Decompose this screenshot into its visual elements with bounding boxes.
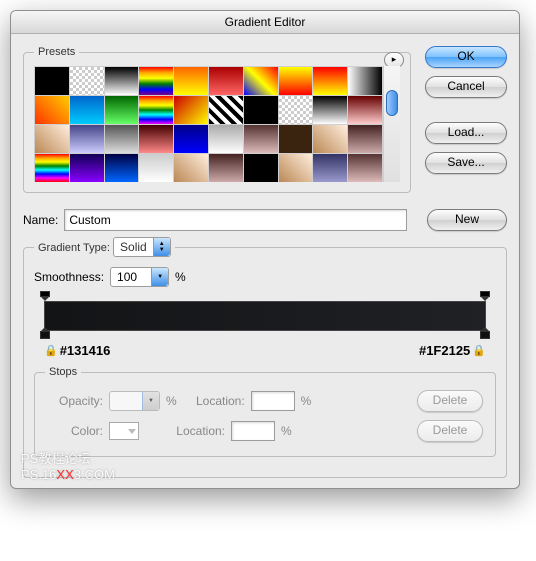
presets-legend: Presets [34, 46, 79, 58]
presets-scrollbar[interactable] [383, 66, 400, 182]
name-input[interactable] [64, 209, 407, 231]
preset-swatch[interactable] [139, 67, 173, 95]
lock-icon: 🔒 [44, 344, 58, 357]
stops-panel: Stops Opacity: ▼ % Location: % Delete Co… [34, 366, 496, 457]
presets-panel: Presets ▸ [23, 46, 411, 193]
preset-swatch[interactable] [279, 67, 313, 95]
preset-swatch[interactable] [348, 67, 382, 95]
select-arrows-icon: ▲▼ [153, 238, 170, 256]
color-well [109, 422, 139, 440]
dropdown-arrow-icon: ▼ [151, 268, 168, 286]
right-hex: #1F2125 [419, 343, 470, 358]
dropdown-arrow-icon: ▼ [142, 392, 159, 410]
preset-swatch[interactable] [209, 96, 243, 124]
preset-swatch[interactable] [348, 125, 382, 153]
preset-swatch[interactable] [348, 154, 382, 182]
opacity-stop-input: ▼ [109, 391, 160, 411]
preset-swatch[interactable] [139, 125, 173, 153]
preset-swatch[interactable] [174, 96, 208, 124]
preset-swatch[interactable] [35, 125, 69, 153]
preset-swatch[interactable] [174, 125, 208, 153]
load-button[interactable]: Load... [425, 122, 507, 144]
preset-swatch[interactable] [139, 154, 173, 182]
scrollbar-thumb[interactable] [386, 90, 398, 116]
name-label: Name: [23, 213, 58, 227]
presets-grid [34, 66, 383, 182]
preset-swatch[interactable] [70, 67, 104, 95]
stops-legend: Stops [45, 366, 81, 378]
smoothness-input[interactable]: 100 ▼ [110, 267, 169, 287]
preset-swatch[interactable] [70, 154, 104, 182]
save-button[interactable]: Save... [425, 152, 507, 174]
preset-swatch[interactable] [279, 125, 313, 153]
preset-swatch[interactable] [139, 96, 173, 124]
opacity-stop-right[interactable] [480, 291, 490, 301]
gradient-editor-dialog: Gradient Editor Presets ▸ OK Cancel Load… [10, 10, 520, 489]
gradient-bar-wrap [34, 295, 496, 333]
new-button[interactable]: New [427, 209, 507, 231]
preset-swatch[interactable] [209, 154, 243, 182]
preset-swatch[interactable] [348, 96, 382, 124]
preset-swatch[interactable] [35, 96, 69, 124]
preset-swatch[interactable] [105, 96, 139, 124]
preset-swatch[interactable] [244, 154, 278, 182]
color-location-input [231, 421, 275, 441]
preset-swatch[interactable] [313, 96, 347, 124]
left-hex: #131416 [60, 343, 111, 358]
color-stop-right[interactable] [480, 327, 490, 339]
preset-swatch[interactable] [279, 154, 313, 182]
cancel-button[interactable]: Cancel [425, 76, 507, 98]
preset-swatch[interactable] [244, 67, 278, 95]
gradient-type-panel: Gradient Type: Solid ▲▼ Smoothness: 100 … [23, 237, 507, 478]
preset-swatch[interactable] [105, 154, 139, 182]
ok-button[interactable]: OK [425, 46, 507, 68]
preset-swatch[interactable] [35, 67, 69, 95]
gradient-bar[interactable] [44, 301, 486, 331]
preset-swatch[interactable] [70, 96, 104, 124]
location-label: Location: [183, 394, 245, 408]
color-stop-left[interactable] [40, 327, 50, 339]
gradient-type-select[interactable]: Solid ▲▼ [113, 237, 171, 257]
smoothness-unit: % [175, 270, 186, 284]
lock-icon: 🔒 [472, 344, 486, 357]
preset-swatch[interactable] [105, 67, 139, 95]
preset-swatch[interactable] [209, 125, 243, 153]
delete-opacity-button: Delete [417, 390, 483, 412]
preset-swatch[interactable] [279, 96, 313, 124]
smoothness-label: Smoothness: [34, 270, 104, 284]
location-label: Location: [163, 424, 225, 438]
opacity-location-input [251, 391, 295, 411]
preset-swatch[interactable] [313, 67, 347, 95]
opacity-stop-label: Opacity: [47, 394, 103, 408]
chevron-down-icon [128, 429, 136, 434]
preset-swatch[interactable] [313, 154, 347, 182]
preset-swatch[interactable] [35, 154, 69, 182]
preset-swatch[interactable] [244, 96, 278, 124]
titlebar[interactable]: Gradient Editor [11, 11, 519, 34]
preset-swatch[interactable] [174, 67, 208, 95]
preset-swatch[interactable] [244, 125, 278, 153]
delete-color-button: Delete [417, 420, 483, 442]
preset-swatch[interactable] [174, 154, 208, 182]
opacity-stop-left[interactable] [40, 291, 50, 301]
preset-swatch[interactable] [209, 67, 243, 95]
preset-swatch[interactable] [70, 125, 104, 153]
preset-swatch[interactable] [313, 125, 347, 153]
color-stop-label: Color: [47, 424, 103, 438]
gradient-type-legend: Gradient Type: Solid ▲▼ [34, 237, 175, 257]
preset-swatch[interactable] [105, 125, 139, 153]
